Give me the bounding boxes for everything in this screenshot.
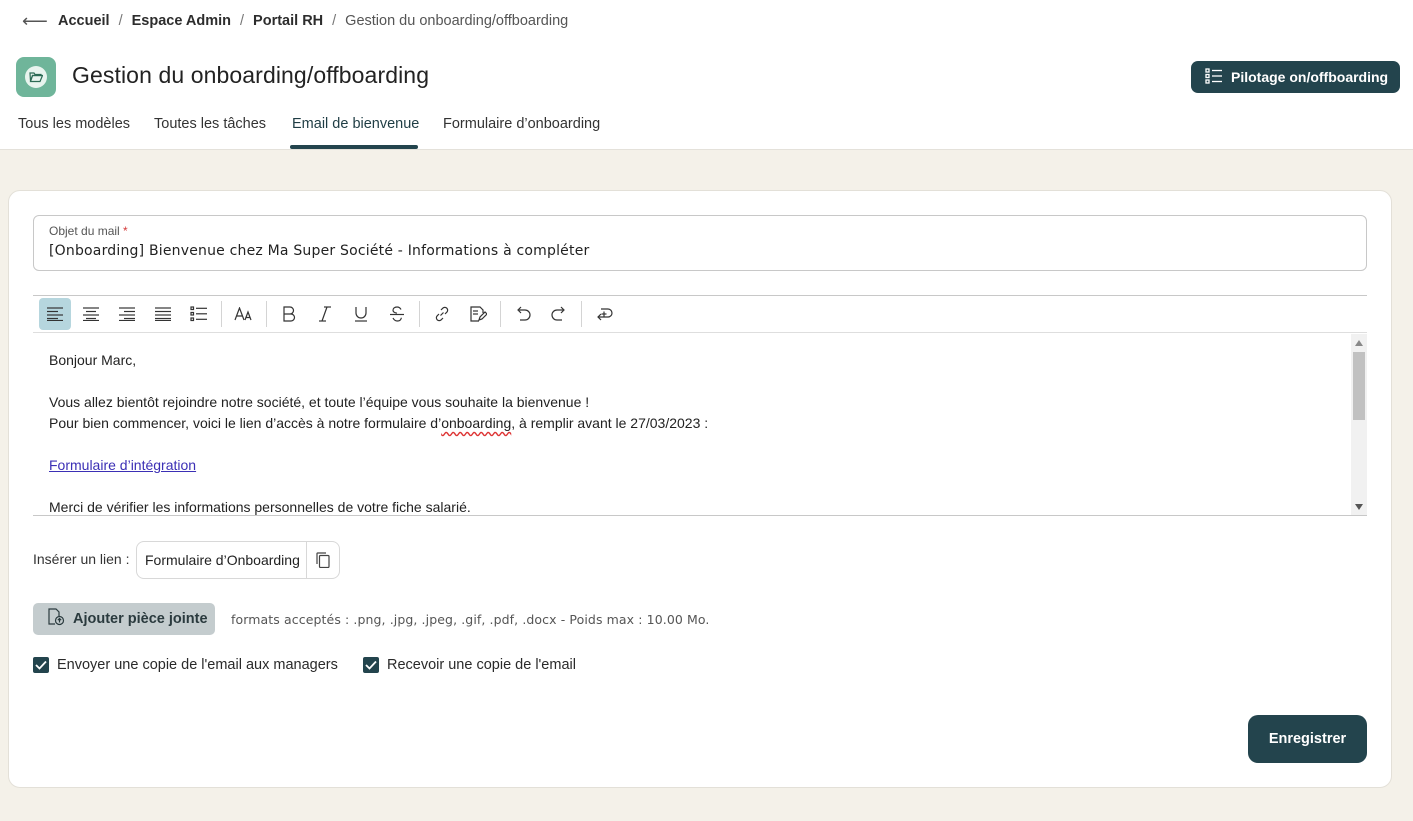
email-body-editor[interactable]: Bonjour Marc, Vous allez bientôt rejoind… (33, 334, 1367, 516)
body-line-welcome: Vous allez bientôt rejoindre notre socié… (49, 394, 590, 410)
underline-icon[interactable] (345, 298, 377, 330)
copy-icon[interactable] (306, 542, 339, 578)
active-tab-indicator (290, 145, 418, 149)
tab-toutes-les-taches[interactable]: Toutes les tâches (154, 116, 266, 132)
list-icon (1205, 67, 1231, 87)
folder-open-icon (25, 66, 47, 88)
edit-document-icon[interactable] (462, 298, 494, 330)
insert-link-chip[interactable]: Formulaire d’Onboarding (136, 541, 340, 579)
toolbar-divider (419, 301, 420, 327)
align-justify-icon[interactable] (147, 298, 179, 330)
link-icon[interactable] (426, 298, 458, 330)
breadcrumb-item-portail-rh[interactable]: Portail RH (253, 13, 323, 29)
tab-tous-les-modeles[interactable]: Tous les modèles (18, 116, 130, 132)
attach-file-label: Ajouter pièce jointe (73, 611, 208, 627)
subject-label: Objet du mail * (49, 224, 128, 238)
breadcrumb-separator: / (118, 13, 123, 29)
bold-icon[interactable] (273, 298, 305, 330)
body-line-verify: Merci de vérifier les informations perso… (49, 499, 471, 515)
align-right-icon[interactable] (111, 298, 143, 330)
accepted-formats-text: formats acceptés : .png, .jpg, .jpeg, .g… (231, 612, 710, 627)
breadcrumb-separator: / (240, 13, 245, 29)
formulaire-integration-link[interactable]: Formulaire d’intégration (49, 457, 196, 473)
email-form-card: Objet du mail * [Onboarding] Bienvenue c… (8, 190, 1392, 788)
tab-formulaire-onboarding[interactable]: Formulaire d’onboarding (443, 116, 600, 132)
breadcrumb: ⟵ Accueil / Espace Admin / Portail RH / … (22, 10, 568, 32)
toolbar-divider (581, 301, 582, 327)
app-logo (16, 57, 56, 97)
body-greeting: Bonjour Marc, (49, 352, 137, 368)
pilotage-button[interactable]: Pilotage on/offboarding (1191, 61, 1400, 93)
attach-file-icon (47, 608, 73, 630)
receive-copy-label: Recevoir une copie de l'email (387, 657, 576, 673)
copy-managers-checkbox[interactable]: Envoyer une copie de l'email aux manager… (33, 657, 338, 673)
body-line-form-access: Pour bien commencer, voici le lien d’acc… (49, 415, 709, 431)
subject-field[interactable]: Objet du mail * [Onboarding] Bienvenue c… (33, 215, 1367, 271)
editor-scrollbar[interactable] (1351, 334, 1367, 515)
arrow-left-icon[interactable]: ⟵ (22, 11, 58, 32)
tab-email-de-bienvenue[interactable]: Email de bienvenue (292, 116, 419, 132)
top-bar: ⟵ Accueil / Espace Admin / Portail RH / … (0, 0, 1413, 150)
insert-link-chip-text[interactable]: Formulaire d’Onboarding (137, 552, 306, 568)
toolbar-divider (500, 301, 501, 327)
subject-input[interactable]: [Onboarding] Bienvenue chez Ma Super Soc… (49, 243, 589, 259)
misspelled-word: onboarding (441, 415, 512, 431)
scroll-up-icon[interactable] (1355, 340, 1363, 346)
editor-toolbar (33, 295, 1367, 333)
font-size-icon[interactable] (228, 298, 260, 330)
insert-icon[interactable] (588, 298, 620, 330)
breadcrumb-separator: / (332, 13, 337, 29)
italic-icon[interactable] (309, 298, 341, 330)
breadcrumb-item-current: Gestion du onboarding/offboarding (345, 13, 569, 29)
copy-managers-label: Envoyer une copie de l'email aux manager… (57, 657, 338, 673)
bullet-list-icon[interactable] (183, 298, 215, 330)
save-button[interactable]: Enregistrer (1248, 715, 1367, 763)
pilotage-button-label: Pilotage on/offboarding (1231, 69, 1389, 85)
strikethrough-icon[interactable] (381, 298, 413, 330)
align-center-icon[interactable] (75, 298, 107, 330)
toolbar-divider (221, 301, 222, 327)
toolbar-divider (266, 301, 267, 327)
checkbox-checked-icon[interactable] (363, 657, 379, 673)
receive-copy-checkbox[interactable]: Recevoir une copie de l'email (363, 657, 576, 673)
scroll-down-icon[interactable] (1355, 504, 1363, 510)
undo-icon[interactable] (507, 298, 539, 330)
tab-bar: Tous les modèles Toutes les tâches Email… (0, 116, 700, 150)
scrollbar-thumb[interactable] (1353, 352, 1365, 420)
redo-icon[interactable] (543, 298, 575, 330)
body-line-link: Formulaire d’intégration (49, 457, 196, 473)
attach-file-button[interactable]: Ajouter pièce jointe (33, 603, 215, 635)
checkbox-checked-icon[interactable] (33, 657, 49, 673)
breadcrumb-item-espace-admin[interactable]: Espace Admin (132, 13, 231, 29)
insert-link-label: Insérer un lien : (33, 551, 130, 567)
align-left-icon[interactable] (39, 298, 71, 330)
breadcrumb-item-accueil[interactable]: Accueil (58, 13, 110, 29)
page-title: Gestion du onboarding/offboarding (72, 62, 430, 88)
